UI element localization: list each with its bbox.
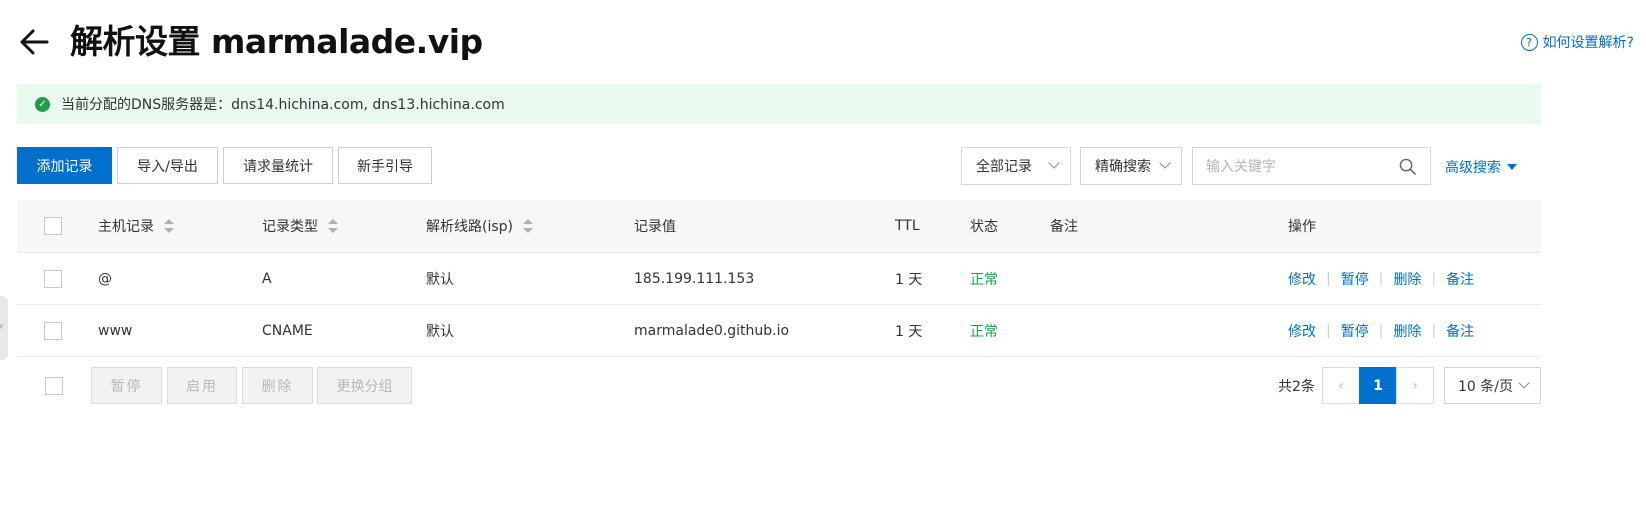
cell-type: CNAME [262,322,313,339]
divider: | [1326,322,1331,339]
edit-link[interactable]: 修改 [1288,321,1316,341]
table-header: 主机记录 记录类型 解析线路(isp) 记录值 TTL 状态 备注 操作 [17,200,1541,253]
column-value: 记录值 [634,219,676,235]
next-page-button[interactable]: › [1396,367,1434,404]
search-mode-select[interactable]: 精确搜索 [1080,147,1182,185]
import-export-button[interactable]: 导入/导出 [117,147,218,184]
chevron-down-icon [1518,377,1530,389]
cell-ttl: 1 天 [895,323,923,340]
column-host: 主机记录 [98,200,174,252]
row-actions: 修改 | 暂停 | 删除 | 备注 [1288,305,1474,356]
advanced-search-link[interactable]: 高级搜索 [1445,157,1517,177]
keyword-search-input[interactable] [1193,148,1383,184]
cell-line: 默认 [426,323,454,340]
table-row: @ A 默认 185.199.111.153 1 天 正常 修改 | 暂停 | … [17,253,1541,305]
records-table: 主机记录 记录类型 解析线路(isp) 记录值 TTL 状态 备注 操作 @ A… [17,200,1541,357]
cell-line: 默认 [426,271,454,288]
delete-link[interactable]: 删除 [1393,321,1421,341]
sidebar-collapse-tab[interactable]: ‹ [0,296,8,360]
sort-icon[interactable] [164,219,174,233]
column-remark: 备注 [1050,219,1078,235]
cell-host: @ [98,270,112,287]
record-filter-select[interactable]: 全部记录 [961,147,1071,185]
edit-link[interactable]: 修改 [1288,269,1316,289]
batch-delete-button[interactable]: 删除 [242,367,313,404]
pause-link[interactable]: 暂停 [1341,321,1369,341]
row-checkbox[interactable] [44,321,62,340]
divider: | [1431,270,1437,287]
remark-link[interactable]: 备注 [1446,321,1474,341]
column-ttl: TTL [895,218,920,234]
column-host-label: 主机记录 [98,219,154,235]
advanced-search-label: 高级搜索 [1445,160,1501,176]
dns-server-banner: ✓ 当前分配的DNS服务器是：dns14.hichina.com, dns13.… [17,84,1541,124]
column-status: 状态 [970,219,998,235]
question-circle-icon: ? [1520,33,1538,51]
table-row: www CNAME 默认 marmalade0.github.io 1 天 正常… [17,305,1541,357]
batch-pause-button[interactable]: 暂停 [91,367,162,404]
row-checkbox[interactable] [44,269,62,288]
chevron-down-icon [1159,157,1171,169]
divider: | [1378,322,1384,339]
pause-link[interactable]: 暂停 [1341,269,1369,289]
change-group-button[interactable]: 更换分组 [317,367,412,404]
column-line-label: 解析线路(isp) [426,219,513,235]
record-filter-value: 全部记录 [976,159,1032,175]
column-line: 解析线路(isp) [426,200,533,252]
add-record-button[interactable]: 添加记录 [17,147,112,184]
cell-value: marmalade0.github.io [634,322,790,339]
column-type: 记录类型 [262,200,338,252]
page-size-select[interactable]: 10 条/页 [1444,367,1541,404]
dns-server-text: 当前分配的DNS服务器是：dns14.hichina.com, dns13.hi… [61,97,505,113]
chevron-down-icon [1048,157,1060,169]
delete-link[interactable]: 删除 [1393,269,1421,289]
search-icon[interactable] [1399,158,1416,175]
caret-down-icon [1507,164,1517,170]
chevron-left-icon: ‹ [1338,377,1344,394]
check-circle-icon: ✓ [35,96,50,112]
column-actions: 操作 [1288,219,1316,235]
cell-status: 正常 [970,323,998,340]
sort-icon[interactable] [523,219,533,233]
help-link[interactable]: ? 如何设置解析? [1520,32,1634,52]
guide-button[interactable]: 新手引导 [338,147,432,184]
batch-enable-button[interactable]: 启用 [167,367,237,404]
prev-page-button[interactable]: ‹ [1322,367,1360,404]
row-actions: 修改 | 暂停 | 删除 | 备注 [1288,253,1474,304]
remark-link[interactable]: 备注 [1446,269,1474,289]
divider: | [1431,322,1437,339]
cell-ttl: 1 天 [895,271,923,288]
cell-type: A [262,270,272,287]
select-all-checkbox[interactable] [44,217,62,235]
search-mode-value: 精确搜索 [1095,159,1151,175]
sort-icon[interactable] [328,219,338,233]
cell-value: 185.199.111.153 [634,270,755,287]
divider: | [1326,270,1331,287]
cell-status: 正常 [970,271,998,288]
page-size-value: 10 条/页 [1458,378,1513,395]
cell-host: www [98,322,133,339]
chevron-right-icon: › [1412,377,1418,394]
request-stats-button[interactable]: 请求量统计 [223,147,333,184]
divider: | [1378,270,1384,287]
chevron-left-icon: ‹ [0,320,4,332]
page-1-button[interactable]: 1 [1359,367,1397,404]
keyword-search-box [1192,147,1431,185]
footer-select-all-checkbox[interactable] [45,377,63,395]
page-title: 解析设置 marmalade.vip [70,22,483,61]
help-link-label: 如何设置解析? [1542,35,1634,51]
column-type-label: 记录类型 [262,219,318,235]
back-arrow-icon[interactable] [18,26,50,58]
total-count: 共2条 [1278,379,1315,395]
